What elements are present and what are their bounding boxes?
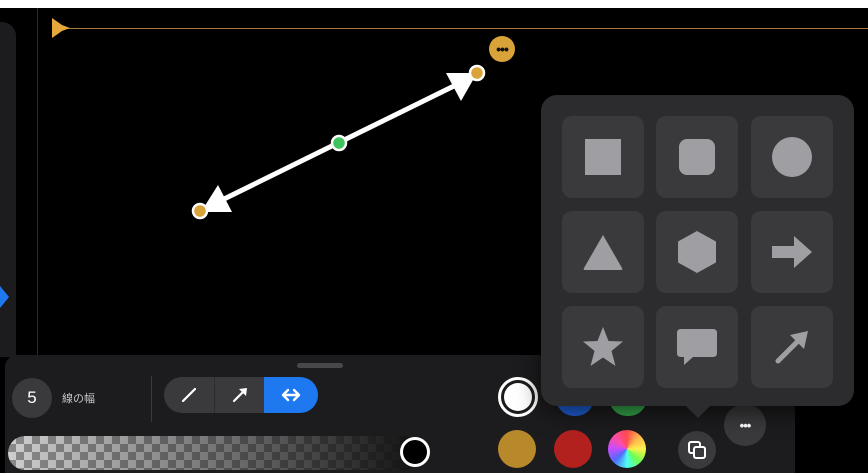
arrow-right-icon: [772, 236, 812, 268]
toolbar-divider: [151, 376, 152, 422]
color-swatch-gold[interactable]: [498, 430, 536, 468]
shape-triangle-tile[interactable]: [562, 211, 644, 293]
color-swatch-white-selected[interactable]: [498, 377, 538, 417]
shapes-icon: [688, 441, 706, 459]
shape-rounded-square-tile[interactable]: [656, 116, 738, 198]
circle-icon: [772, 137, 812, 177]
shape-star-tile[interactable]: [562, 306, 644, 388]
color-swatch-red[interactable]: [554, 430, 592, 468]
shape-square-tile[interactable]: [562, 116, 644, 198]
start-handle[interactable]: [191, 202, 209, 220]
side-indicator-icon[interactable]: [0, 286, 9, 308]
plain-line-icon: [181, 387, 196, 403]
hexagon-icon: [678, 231, 716, 273]
color-picker-button[interactable]: [608, 430, 646, 468]
toolbar-grabber[interactable]: [297, 363, 343, 368]
line-style-plain-button[interactable]: [164, 377, 213, 413]
speech-bubble-icon: [677, 329, 717, 365]
end-handle[interactable]: [468, 64, 486, 82]
star-icon: [583, 327, 623, 366]
line-style-arrow-button[interactable]: [214, 377, 264, 413]
playhead-marker[interactable]: [52, 18, 70, 38]
triangle-icon: [583, 235, 623, 270]
shape-arrow-tile[interactable]: [751, 211, 833, 293]
rounded-square-icon: [679, 139, 715, 175]
square-icon: [585, 139, 621, 175]
line-style-double-arrow-button[interactable]: [264, 377, 318, 413]
midpoint-handle[interactable]: [330, 134, 348, 152]
popover-tail: [684, 404, 712, 418]
double-arrow-icon: [281, 388, 301, 402]
line-style-segmented-control: [164, 377, 318, 413]
line-width-value[interactable]: 5: [12, 378, 52, 418]
shape-speech-bubble-tile[interactable]: [656, 306, 738, 388]
single-arrow-icon: [232, 388, 247, 403]
shape-circle-tile[interactable]: [751, 116, 833, 198]
line-width-label: 線の幅: [62, 393, 95, 405]
shapes-button[interactable]: [678, 431, 716, 469]
object-more-button[interactable]: •••: [489, 36, 515, 62]
opacity-slider[interactable]: [8, 436, 420, 470]
opacity-slider-thumb[interactable]: [400, 437, 430, 467]
shape-diagonal-arrow-tile[interactable]: [751, 306, 833, 388]
diagonal-arrow-icon: [775, 331, 808, 364]
shape-hexagon-tile[interactable]: [656, 211, 738, 293]
toolbar-more-button[interactable]: •••: [724, 404, 766, 446]
